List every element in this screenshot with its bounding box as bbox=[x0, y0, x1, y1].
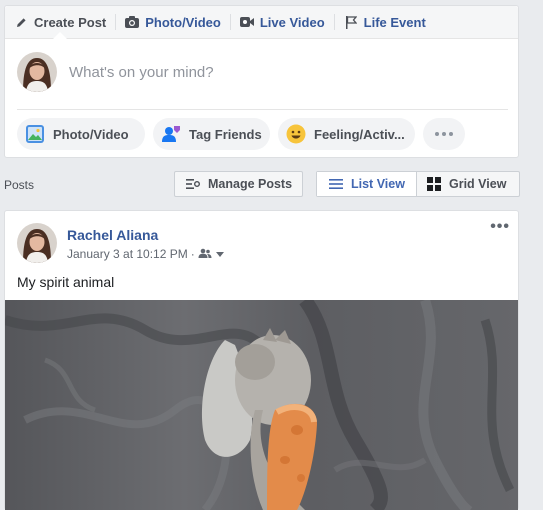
compose-row[interactable]: What's on your mind? bbox=[5, 39, 518, 95]
chevron-down-icon bbox=[215, 251, 224, 257]
smiley-icon bbox=[286, 124, 306, 144]
tab-label: Live Video bbox=[259, 14, 325, 30]
grid-view-label: Grid View bbox=[449, 177, 507, 191]
post-text: My spirit animal bbox=[17, 274, 115, 290]
manage-posts-icon bbox=[185, 176, 201, 192]
avatar[interactable] bbox=[17, 52, 57, 92]
post-composer: Create Post Photo/Video Live Video Life … bbox=[4, 5, 519, 158]
photo-video-label: Photo/Video bbox=[53, 126, 129, 142]
audience-selector[interactable] bbox=[198, 247, 224, 261]
post-header: Rachel Aliana January 3 at 10:12 PM · bbox=[17, 223, 224, 263]
manage-posts-button[interactable]: Manage Posts bbox=[174, 171, 303, 197]
more-icon bbox=[435, 132, 453, 136]
photo-video-button[interactable]: Photo/Video bbox=[17, 118, 145, 150]
tab-photo-video[interactable]: Photo/Video bbox=[116, 6, 230, 38]
tab-life-event[interactable]: Life Event bbox=[335, 6, 435, 38]
tag-friends-button[interactable]: Tag Friends bbox=[153, 118, 270, 150]
post-meta: Rachel Aliana January 3 at 10:12 PM · bbox=[67, 223, 224, 263]
tag-friends-icon bbox=[161, 124, 181, 144]
list-view-button[interactable]: List View bbox=[317, 172, 417, 196]
list-view-label: List View bbox=[351, 177, 405, 191]
author-avatar[interactable] bbox=[17, 223, 57, 263]
tab-create-post[interactable]: Create Post bbox=[5, 6, 115, 39]
status-input[interactable]: What's on your mind? bbox=[69, 64, 214, 81]
tab-label: Photo/Video bbox=[145, 14, 221, 30]
grid-view-button[interactable]: Grid View bbox=[417, 172, 506, 196]
view-toggle: List View Grid View bbox=[316, 171, 520, 197]
tab-live-video[interactable]: Live Video bbox=[231, 6, 334, 38]
posts-heading: Posts bbox=[4, 178, 35, 192]
photo-icon bbox=[25, 124, 45, 144]
post-timestamp[interactable]: January 3 at 10:12 PM bbox=[67, 247, 188, 261]
post-card: Rachel Aliana January 3 at 10:12 PM · ••… bbox=[4, 210, 519, 510]
pencil-icon bbox=[14, 15, 28, 29]
video-camera-icon bbox=[239, 15, 254, 29]
list-icon bbox=[328, 176, 344, 192]
flag-icon bbox=[344, 15, 358, 29]
camera-icon bbox=[125, 15, 140, 29]
feeling-activity-button[interactable]: Feeling/Activ... bbox=[278, 118, 415, 150]
composer-tabs: Create Post Photo/Video Live Video Life … bbox=[5, 6, 518, 39]
post-timestamp-row: January 3 at 10:12 PM · bbox=[67, 247, 224, 261]
composer-actions: Photo/Video Tag Friends Feeling/Activ... bbox=[5, 110, 518, 150]
friends-icon bbox=[198, 247, 212, 261]
post-options-icon[interactable]: ••• bbox=[490, 219, 510, 235]
tab-label: Life Event bbox=[363, 14, 426, 30]
manage-posts-label: Manage Posts bbox=[208, 177, 293, 191]
grid-icon bbox=[426, 176, 442, 192]
tab-label: Create Post bbox=[34, 14, 107, 30]
author-name[interactable]: Rachel Aliana bbox=[67, 227, 224, 243]
separator: · bbox=[190, 247, 195, 261]
feeling-activity-label: Feeling/Activ... bbox=[314, 126, 405, 142]
tag-friends-label: Tag Friends bbox=[189, 126, 262, 142]
post-photo[interactable] bbox=[5, 300, 518, 510]
more-options-button[interactable] bbox=[423, 118, 465, 150]
